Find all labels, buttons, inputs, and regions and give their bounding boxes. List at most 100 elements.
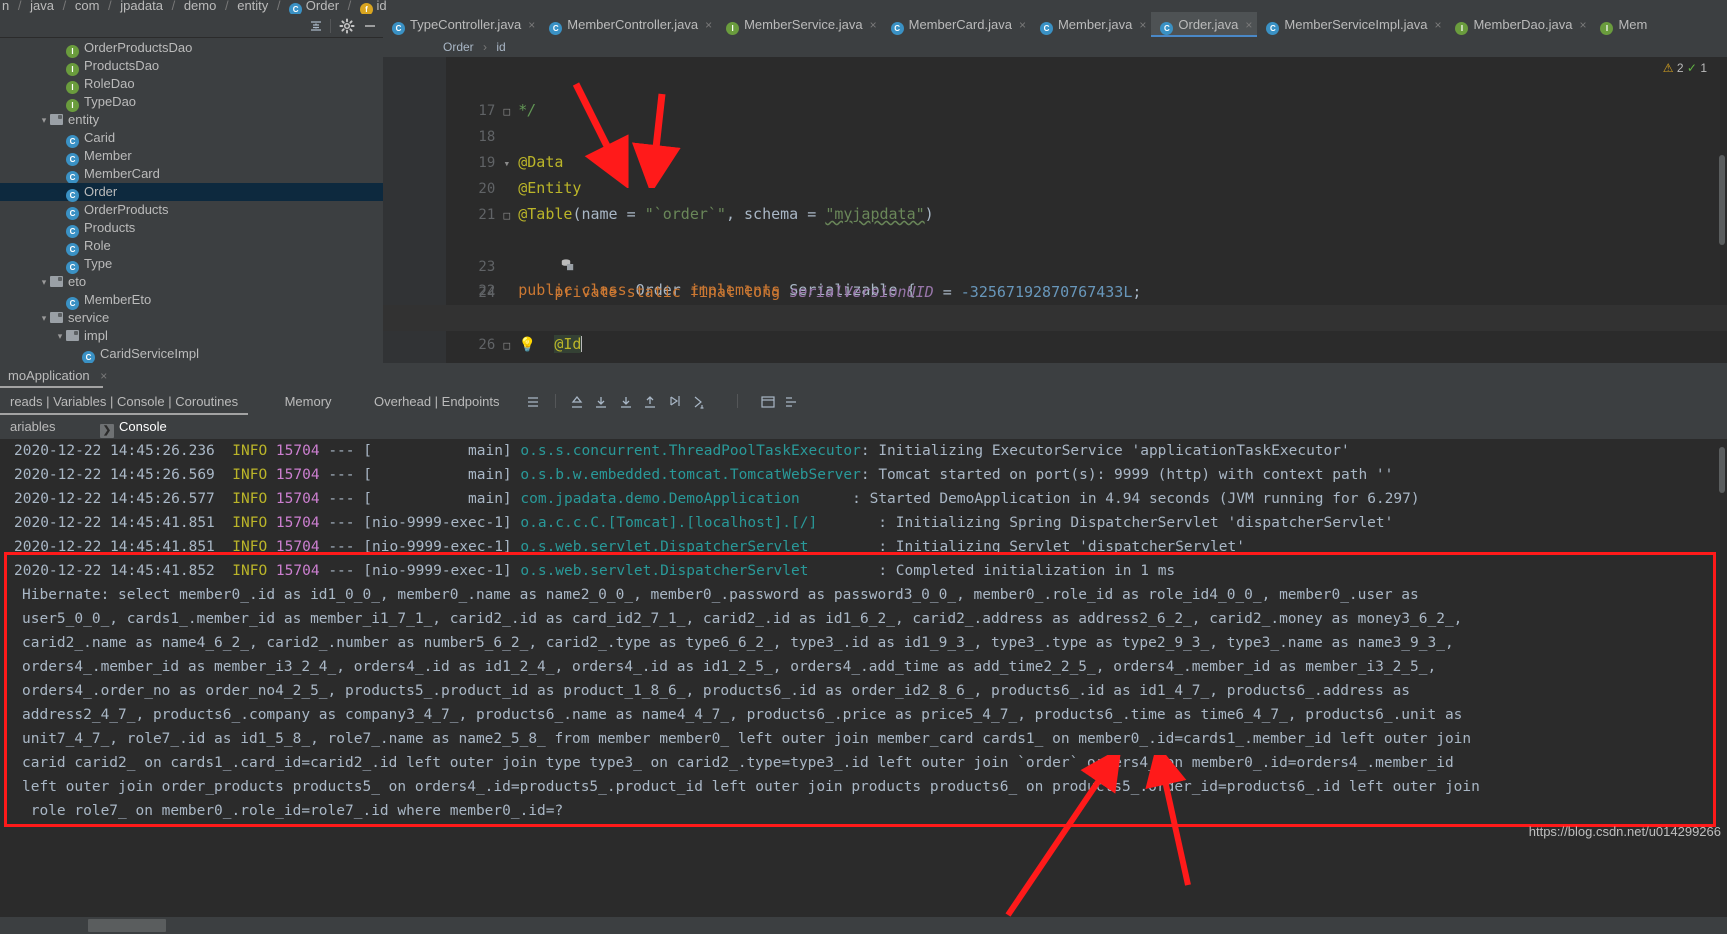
tree-item-membereto[interactable]: C MemberEto [0,291,383,310]
log-message: Initializing ExecutorService 'applicatio… [878,443,1350,459]
breadcrumb-segment[interactable]: Order [306,0,339,13]
editor-breadcrumb-field[interactable]: id [496,40,505,54]
debugger-sub-tabs[interactable]: ariables ❯ Console [0,415,1727,439]
code-line-current[interactable]: 26 □ 💡 @Id [383,305,1727,353]
code-line[interactable]: 20 @Entity [383,149,1727,197]
tree-item-type[interactable]: C Type [0,255,383,274]
code-line[interactable]: 19 ▾ @Data [383,123,1727,171]
tree-item-typedao[interactable]: I TypeDao [0,93,383,112]
editor-code-area[interactable]: @Table ORM IS SO BORING 17□*/ 18 19▾@Dat… [383,57,1727,376]
debugger-tab-overhead-endpoints[interactable]: Overhead | Endpoints [364,389,510,415]
close-icon[interactable]: × [1245,13,1252,37]
project-tree[interactable]: I OrderProductsDao I ProductsDao I RoleDao I Ty… [0,39,383,376]
code-line[interactable]: @Table ORM IS SO BORING [383,57,1727,71]
console-vertical-scrollbar[interactable] [1719,447,1725,493]
tree-item-service[interactable]: ▾ service [0,309,383,327]
chevron-down-icon[interactable]: ▾ [38,309,50,327]
editor-tab-memberservice[interactable]: I MemberService.java × [717,12,882,37]
chevron-down-icon[interactable]: ▾ [54,327,66,345]
tree-item-order[interactable]: C Order [0,183,383,202]
run-tab-bar[interactable]: moApplication × [0,363,1727,388]
log-pid: 15704 [275,515,320,531]
close-icon[interactable]: × [1579,13,1586,37]
debugger-tab-memory[interactable]: Memory [275,389,342,415]
chevron-down-icon[interactable]: ▾ [38,111,50,129]
editor-tab-membercard[interactable]: C MemberCard.java × [882,12,1031,37]
sub-tab-console[interactable]: ❯ Console [90,415,177,439]
editor-tab-bar[interactable]: C TypeController.java × C MemberController.j… [383,12,1727,37]
step-out-icon[interactable] [568,389,588,415]
code-line[interactable]: 27 @GeneratedValue(strategy = Generation… [383,331,1727,376]
tree-item-membercard[interactable]: C MemberCard [0,165,383,184]
status-bar-chip[interactable] [88,919,166,932]
code-line[interactable]: 23 [383,227,1727,275]
close-icon[interactable]: × [1434,13,1441,37]
close-icon[interactable]: × [1139,13,1146,37]
tree-item-caridserviceimpl[interactable]: C CaridServiceImpl [0,345,383,364]
chevron-down-icon[interactable]: ▾ [38,273,50,291]
tree-item-role[interactable]: C Role [0,237,383,256]
breadcrumb-separator-icon: / [62,0,67,13]
code-line[interactable]: 17 □ */ [383,71,1727,119]
tree-item-orderproductsdao[interactable]: I OrderProductsDao [0,39,383,58]
debugger-tab-threads-variables-console[interactable]: reads | Variables | Console | Coroutines [0,389,249,415]
code-line[interactable]: 24 private static final long serialVersi… [383,253,1727,301]
gear-icon[interactable] [339,18,355,34]
settings-layout-icon[interactable] [783,389,803,415]
editor-breadcrumb[interactable]: Order › id [383,37,1727,57]
run-tab-demo-application[interactable]: moApplication × [0,363,115,388]
breadcrumb-segment[interactable]: entity [237,0,268,13]
tree-item-label: service [68,310,110,325]
menu-icon[interactable] [524,389,544,415]
log-pid: 15704 [275,443,320,459]
tree-item-carid[interactable]: C Carid [0,129,383,148]
editor-tab-order[interactable]: C Order.java × [1151,12,1258,37]
minimize-icon[interactable] [362,18,378,34]
breadcrumb-segment[interactable]: com [75,0,100,13]
code-line[interactable]: 18 [383,97,1727,145]
editor-tab-typecontroller[interactable]: C TypeController.java × [383,12,540,37]
close-icon[interactable]: × [100,369,107,383]
inspection-status[interactable]: ⚠ 2 ✓ 1 [1663,61,1707,75]
code-line[interactable]: 21 □ @Table(name = "`order`", schema = "my… [383,175,1727,223]
editor-breadcrumb-class[interactable]: Order [443,40,474,54]
tree-item-orderproducts[interactable]: C OrderProducts [0,201,383,220]
step-over-icon[interactable] [592,389,612,415]
frames-layout-icon[interactable] [759,389,779,415]
close-icon[interactable]: × [1019,13,1026,37]
step-into-icon[interactable] [617,389,637,415]
close-icon[interactable]: × [705,13,712,37]
collapse-all-icon[interactable] [308,18,324,34]
close-icon[interactable]: × [528,13,535,37]
breadcrumb-segment[interactable]: java [30,0,54,13]
tree-item-products[interactable]: C Products [0,219,383,238]
debugger-toolbar[interactable]: reads | Variables | Console | Coroutines… [0,389,1727,415]
editor-tab-member[interactable]: C Member.java × [1031,12,1151,37]
editor-tab-mem[interactable]: I Mem [1591,12,1652,37]
tree-item-productsdao[interactable]: I ProductsDao [0,57,383,76]
force-step-into-icon[interactable] [641,389,661,415]
code-editor[interactable]: Order › id @Table ORM IS SO BORING 17□*/… [383,37,1727,376]
close-icon[interactable]: × [870,13,877,37]
hibernate-sql-line: orders4_.member_id as member_i3_2_4_, or… [22,659,1437,675]
editor-tab-membercontroller[interactable]: C MemberController.java × [540,12,717,37]
code-line[interactable]: 25 [383,279,1727,327]
editor-tab-memberdao[interactable]: I MemberDao.java × [1446,12,1591,37]
tree-item-impl[interactable]: ▾ impl [0,327,383,345]
breadcrumb-segment[interactable]: demo [184,0,217,13]
breadcrumb-segment[interactable]: n [2,0,9,13]
console-output[interactable]: 2020-12-22 14:45:26.236 INFO 15704 --- [… [0,439,1727,934]
editor-tab-memberserviceimpl[interactable]: C MemberServiceImpl.java × [1257,12,1446,37]
evaluate-expression-icon[interactable] [690,389,710,415]
hibernate-sql-line: Hibernate: select member0_.id as id1_0_0… [22,587,1419,603]
sub-tab-variables[interactable]: ariables [0,415,66,439]
code-line[interactable]: 22 public class Order implements Seriali… [383,201,1727,299]
tree-item-entity[interactable]: ▾ entity [0,111,383,129]
tree-item-roledao[interactable]: I RoleDao [0,75,383,94]
tree-item-label: RoleDao [84,76,135,91]
editor-vertical-scrollbar[interactable] [1719,155,1725,245]
tree-item-eto[interactable]: ▾ eto [0,273,383,291]
run-to-cursor-icon[interactable] [666,389,686,415]
breadcrumb-segment[interactable]: jpadata [120,0,163,13]
tree-item-member[interactable]: C Member [0,147,383,166]
